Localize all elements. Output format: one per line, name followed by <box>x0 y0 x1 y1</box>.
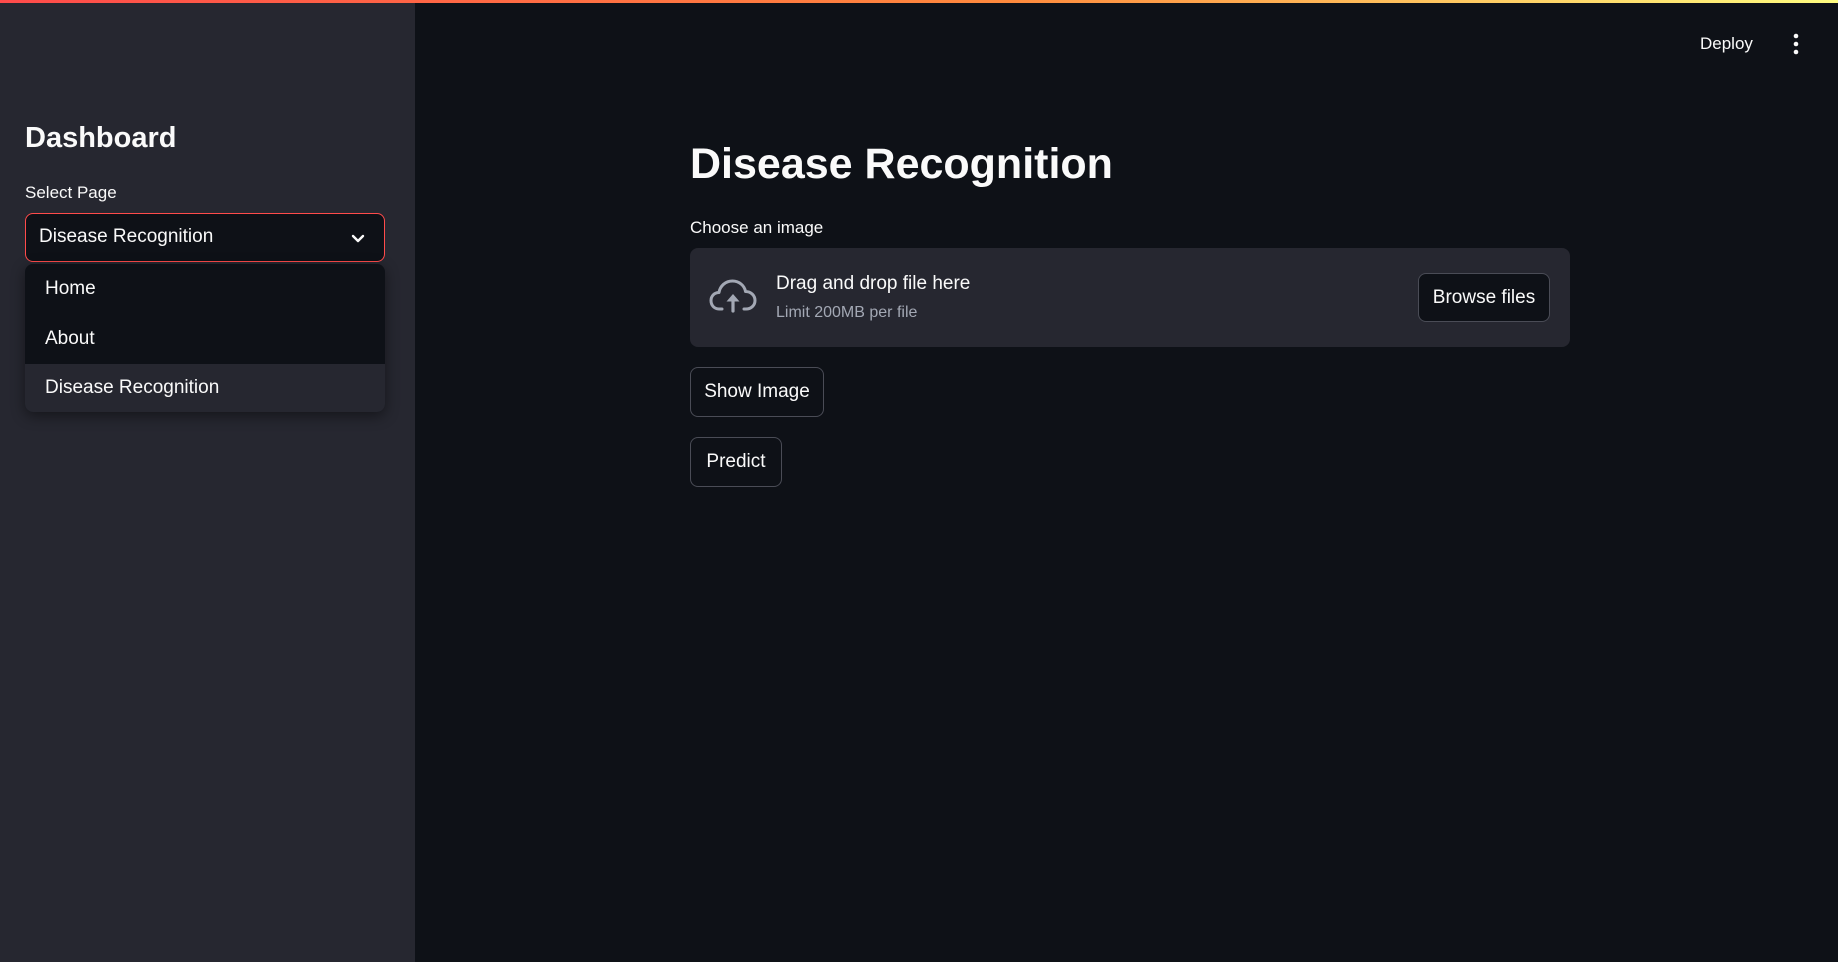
page-title: Disease Recognition <box>690 140 1113 188</box>
main-menu-button[interactable] <box>1784 30 1808 58</box>
predict-button[interactable]: Predict <box>690 437 782 487</box>
file-dropzone[interactable]: Drag and drop file here Limit 200MB per … <box>690 248 1570 347</box>
page-select-dropdown: Home About Disease Recognition <box>25 264 385 412</box>
select-page-label: Select Page <box>25 183 117 202</box>
cloud-upload-icon <box>709 279 757 313</box>
dropdown-option-home[interactable]: Home <box>25 264 385 314</box>
sidebar-title: Dashboard <box>25 122 177 154</box>
dropdown-option-disease-recognition[interactable]: Disease Recognition <box>25 364 385 412</box>
deploy-button[interactable]: Deploy <box>1700 28 1753 60</box>
show-image-button[interactable]: Show Image <box>690 367 824 417</box>
sidebar: Dashboard Select Page Disease Recognitio… <box>0 0 415 962</box>
page-select[interactable]: Disease Recognition <box>25 213 385 262</box>
vertical-ellipsis-icon <box>1793 33 1799 55</box>
dropdown-option-about[interactable]: About <box>25 314 385 364</box>
page-select-value: Disease Recognition <box>39 226 214 247</box>
dropzone-instruction: Drag and drop file here <box>776 273 971 294</box>
top-decoration-bar <box>0 0 1838 3</box>
dropzone-limit-text: Limit 200MB per file <box>776 304 918 321</box>
browse-files-button[interactable]: Browse files <box>1418 273 1550 322</box>
chevron-down-icon <box>351 234 365 243</box>
file-uploader-label: Choose an image <box>690 218 824 237</box>
